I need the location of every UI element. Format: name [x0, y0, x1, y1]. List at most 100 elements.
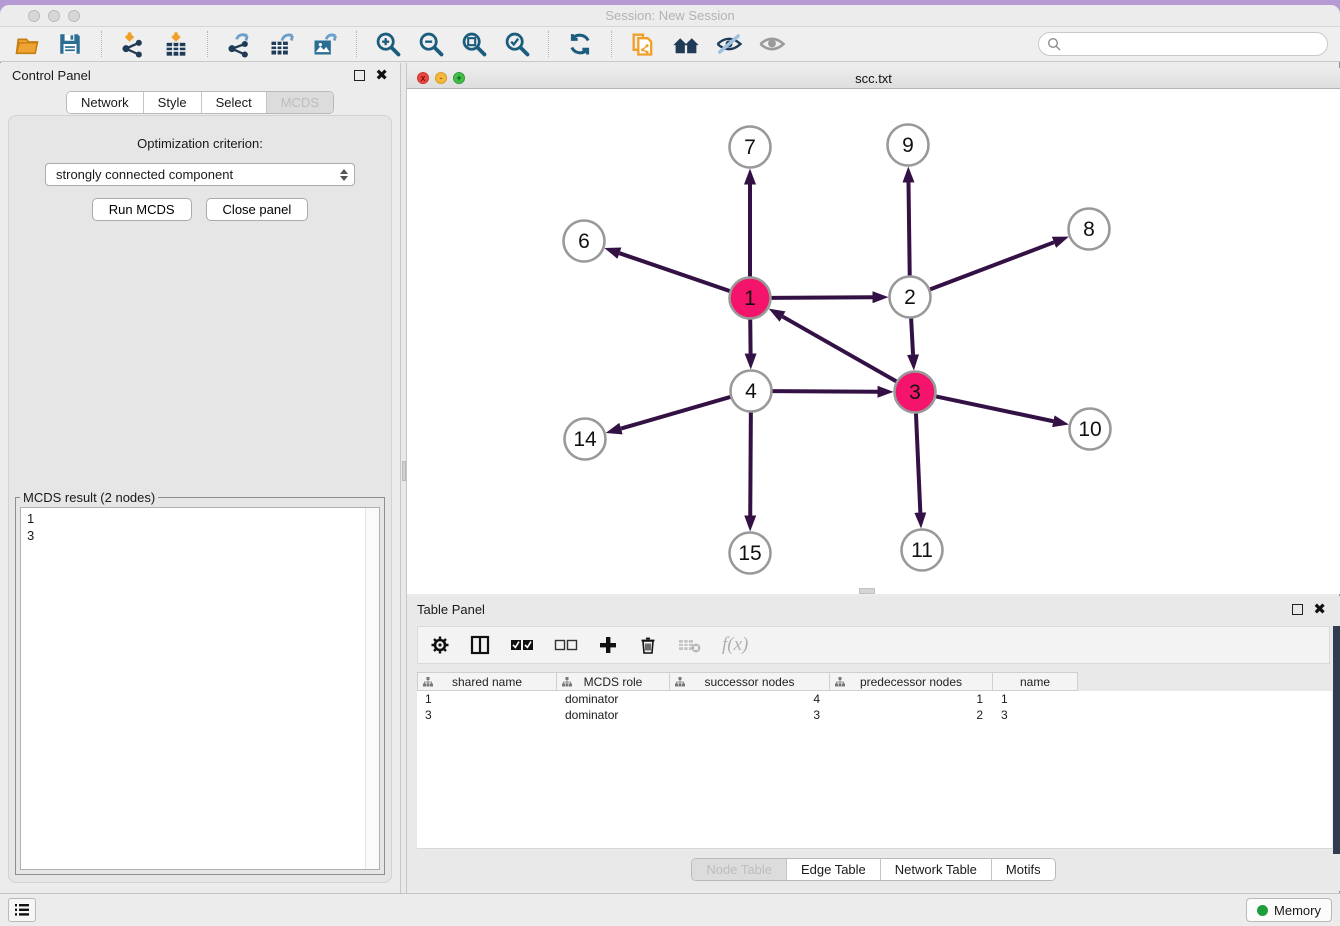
create-column-icon[interactable] [598, 632, 618, 658]
tab-mcds[interactable]: MCDS [267, 92, 333, 113]
deselect-all-rows-icon[interactable] [554, 632, 578, 658]
table-cell: 1 [993, 692, 1078, 706]
graph-node-3[interactable]: 3 [895, 372, 936, 413]
close-panel-button[interactable]: Close panel [206, 198, 309, 221]
svg-text:3: 3 [909, 381, 921, 404]
graph-node-9[interactable]: 9 [888, 125, 929, 166]
graph-node-11[interactable]: 11 [902, 530, 943, 571]
column-header-mcds-role[interactable]: MCDS role [557, 672, 670, 691]
tab-select[interactable]: Select [202, 92, 267, 113]
graph-node-2[interactable]: 2 [890, 277, 931, 318]
tab-network-table[interactable]: Network Table [881, 859, 992, 880]
graph-edge [936, 396, 1053, 421]
refresh-icon[interactable] [565, 29, 595, 59]
column-header-name[interactable]: name [993, 672, 1078, 691]
minimize-window-button[interactable] [48, 10, 60, 22]
table-row[interactable]: 3dominator323 [417, 707, 1332, 723]
toolbar-separator [207, 31, 208, 57]
float-table-panel-icon[interactable] [1292, 604, 1303, 615]
tab-node-table[interactable]: Node Table [692, 859, 787, 880]
graph-node-14[interactable]: 14 [565, 419, 606, 460]
memory-label: Memory [1274, 903, 1321, 918]
column-header-shared-name[interactable]: shared name [417, 672, 557, 691]
tab-edge-table[interactable]: Edge Table [787, 859, 881, 880]
search-field[interactable] [1066, 37, 1319, 52]
import-network-icon[interactable] [118, 29, 148, 59]
network-minimize-button[interactable]: - [435, 72, 447, 84]
export-image-icon[interactable] [310, 29, 340, 59]
splitter-grip[interactable] [402, 461, 406, 481]
close-window-button[interactable] [28, 10, 40, 22]
network-splitter-grip[interactable] [859, 588, 875, 594]
function-builder-icon[interactable]: f(x) [722, 632, 748, 658]
table-cell: 1 [830, 692, 993, 706]
toolbar-separator [101, 31, 102, 57]
maximize-window-button[interactable] [68, 10, 80, 22]
select-all-rows-icon[interactable] [510, 632, 534, 658]
graph-node-15[interactable]: 15 [730, 533, 771, 574]
zoom-in-icon[interactable] [373, 29, 403, 59]
table-cell: 3 [993, 708, 1078, 722]
hide-others-eye-icon[interactable] [714, 29, 744, 59]
zoom-fit-icon[interactable] [459, 29, 489, 59]
task-history-button[interactable] [8, 898, 36, 922]
network-canvas[interactable]: 1 2 3 4 6 7 8 9 10 11 14 15 [407, 89, 1340, 594]
titlebar: Session: New Session [0, 5, 1340, 27]
network-close-button[interactable]: x [417, 72, 429, 84]
table-row[interactable]: 1dominator411 [417, 691, 1332, 707]
close-panel-icon[interactable]: ✖ [375, 70, 388, 81]
graph-node-1[interactable]: 1 [730, 278, 771, 319]
column-header-successor-nodes[interactable]: successor nodes [670, 672, 830, 691]
criterion-value: strongly connected component [56, 167, 233, 182]
search-input[interactable] [1038, 32, 1328, 56]
zoom-selected-icon[interactable] [502, 29, 532, 59]
svg-text:10: 10 [1078, 418, 1101, 441]
show-eye-icon[interactable] [757, 29, 787, 59]
save-session-icon[interactable] [55, 29, 85, 59]
show-columns-icon[interactable] [470, 632, 490, 658]
graph-node-8[interactable]: 8 [1069, 209, 1110, 250]
optimization-criterion-label: Optimization criterion: [9, 136, 391, 151]
delete-table-icon[interactable] [678, 632, 702, 658]
criterion-dropdown[interactable]: strongly connected component [45, 163, 355, 186]
graph-node-7[interactable]: 7 [730, 127, 771, 168]
toolbar-separator [356, 31, 357, 57]
svg-text:4: 4 [745, 380, 757, 403]
network-zoom-button[interactable]: + [453, 72, 465, 84]
open-session-icon[interactable] [12, 29, 42, 59]
close-table-panel-icon[interactable]: ✖ [1313, 604, 1326, 615]
tab-motifs[interactable]: Motifs [992, 859, 1055, 880]
graph-node-6[interactable]: 6 [564, 221, 605, 262]
zoom-out-icon[interactable] [416, 29, 446, 59]
svg-text:1: 1 [744, 287, 756, 310]
run-mcds-button[interactable]: Run MCDS [92, 198, 192, 221]
column-tree-icon [675, 677, 685, 687]
export-table-icon[interactable] [267, 29, 297, 59]
node-table-body[interactable]: 1dominator4113dominator323 [417, 691, 1332, 849]
control-panel: Control Panel ✖ Network Style Select MCD… [0, 63, 400, 893]
gear-icon[interactable] [430, 632, 450, 658]
export-network-icon[interactable] [224, 29, 254, 59]
import-table-icon[interactable] [161, 29, 191, 59]
memory-button[interactable]: Memory [1246, 898, 1332, 922]
table-cell: 3 [417, 708, 557, 722]
home-icon[interactable] [671, 29, 701, 59]
column-header-predecessor-nodes[interactable]: predecessor nodes [830, 672, 993, 691]
delete-column-icon[interactable] [638, 632, 658, 658]
network-graph: 1 2 3 4 6 7 8 9 10 11 14 15 [407, 89, 1340, 594]
float-panel-icon[interactable] [354, 70, 365, 81]
graph-node-4[interactable]: 4 [731, 371, 772, 412]
clone-network-icon[interactable] [628, 29, 658, 59]
graph-node-10[interactable]: 10 [1070, 409, 1111, 450]
result-scrollbar[interactable] [365, 508, 379, 869]
graph-edge [771, 297, 872, 298]
mcds-result-box: MCDS result (2 nodes) 1 3 [15, 490, 385, 875]
mcds-result-area[interactable]: 1 3 [20, 507, 380, 870]
tab-network[interactable]: Network [67, 92, 144, 113]
results-panel-edge [1333, 626, 1340, 854]
vertical-splitter[interactable] [400, 63, 407, 893]
control-panel-title: Control Panel [12, 68, 91, 83]
graph-edge [908, 182, 909, 275]
tab-style[interactable]: Style [144, 92, 202, 113]
graph-edge [772, 391, 877, 392]
